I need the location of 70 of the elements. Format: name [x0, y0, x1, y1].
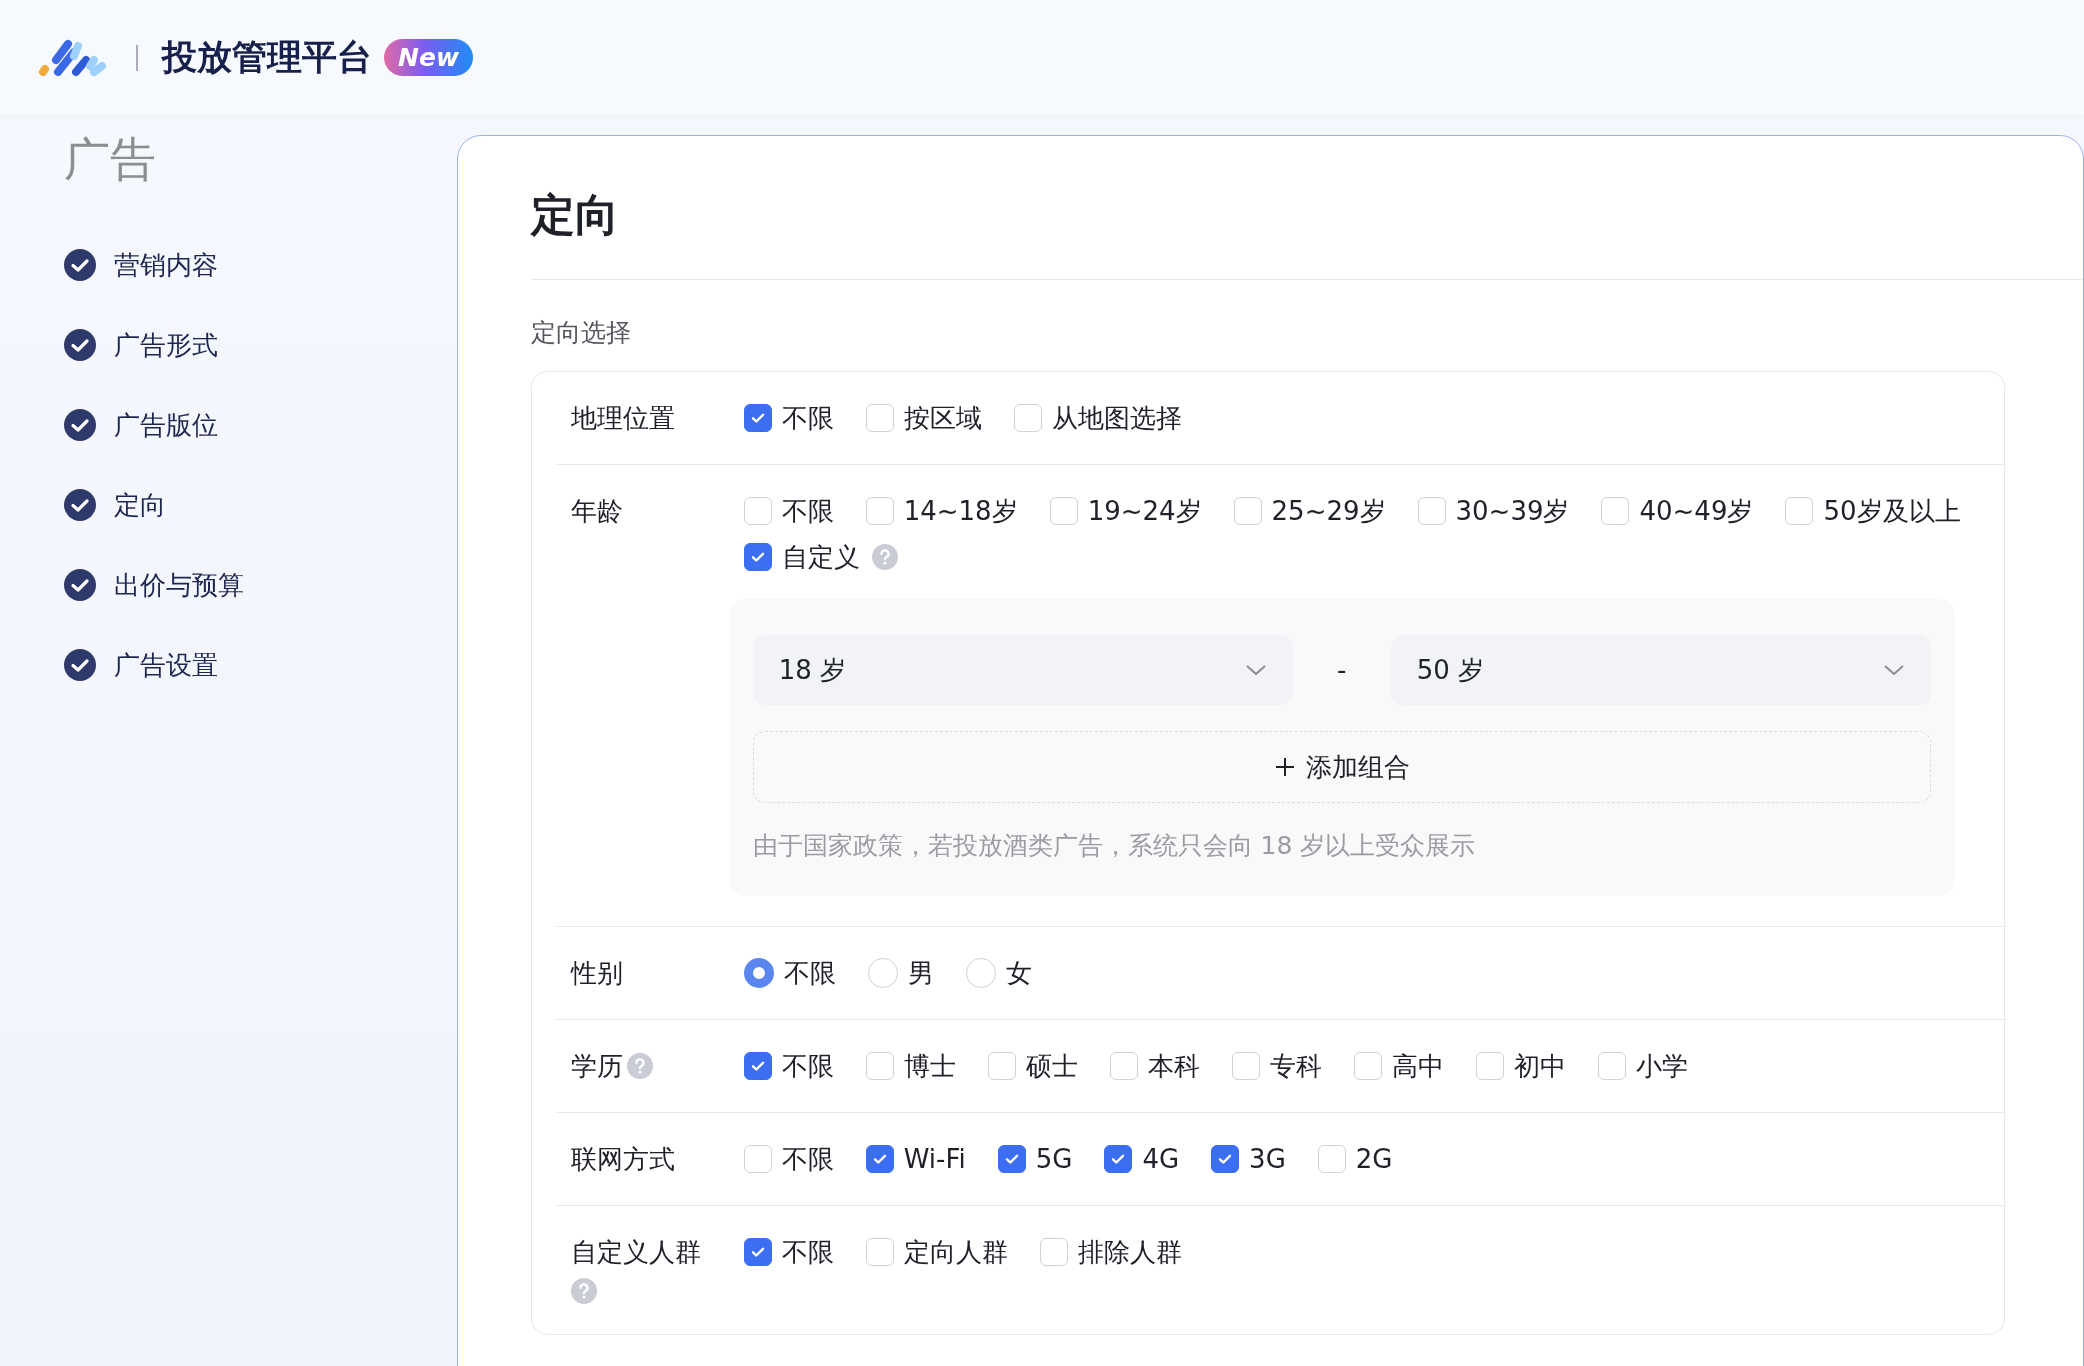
chevron-down-icon [1882, 663, 1905, 677]
row-label: 自定义人群 [570, 1236, 701, 1268]
option[interactable]: 高中 [1353, 1050, 1444, 1082]
option[interactable]: 25~29岁 [1233, 495, 1386, 527]
step-item[interactable]: 广告版位 [64, 385, 457, 465]
option[interactable]: 不限 [743, 495, 834, 527]
help-icon[interactable] [570, 1278, 597, 1304]
radio-button[interactable] [743, 958, 774, 988]
option[interactable]: 5G [997, 1143, 1073, 1175]
option[interactable]: 自定义 [743, 541, 898, 573]
option[interactable]: 不限 [743, 1050, 834, 1082]
add-group-button[interactable]: 添加组合 [752, 731, 1931, 803]
option[interactable]: 14~18岁 [865, 495, 1018, 527]
checkbox[interactable] [743, 404, 772, 432]
step-item[interactable]: 营销内容 [64, 225, 457, 305]
radio-button[interactable] [867, 958, 898, 988]
row-label: 年龄 [570, 495, 623, 527]
option[interactable]: 19~24岁 [1049, 495, 1202, 527]
plus-icon [1273, 756, 1296, 778]
range-separator: - [1335, 655, 1348, 685]
option[interactable]: 4G [1104, 1143, 1180, 1175]
step-item[interactable]: 定向 [64, 465, 457, 545]
chevron-down-icon [1244, 663, 1267, 677]
option[interactable]: 从地图选择 [1013, 402, 1182, 434]
option[interactable]: 小学 [1597, 1050, 1688, 1082]
checkbox[interactable] [1104, 1145, 1133, 1173]
radio-button[interactable] [965, 958, 996, 988]
policy-note: 由于国家政策，若投放酒类广告，系统只会向 18 岁以上受众展示 [752, 830, 1477, 862]
option[interactable]: 本科 [1109, 1050, 1200, 1082]
help-icon[interactable] [626, 1053, 653, 1079]
option[interactable]: 40~49岁 [1601, 495, 1754, 527]
section-title: 定向选择 [530, 317, 632, 349]
option[interactable]: 专科 [1231, 1050, 1322, 1082]
option[interactable]: 初中 [1475, 1050, 1566, 1082]
help-icon[interactable] [871, 544, 898, 570]
option[interactable]: 博士 [865, 1050, 956, 1082]
card-title: 定向 [530, 136, 2083, 280]
option[interactable]: 不限 [743, 957, 836, 989]
app-title: 投放管理平台 [162, 36, 372, 79]
checkbox[interactable] [743, 1052, 772, 1080]
step-item[interactable]: 广告设置 [64, 625, 457, 705]
age-select[interactable]: 50 岁 [1390, 635, 1931, 705]
option[interactable]: 50岁及以上 [1785, 495, 1961, 527]
option[interactable]: 30~39岁 [1417, 495, 1570, 527]
option[interactable]: 硕士 [987, 1050, 1078, 1082]
option[interactable]: 按区域 [865, 402, 982, 434]
step-item[interactable]: 出价与预算 [64, 545, 457, 625]
row-label: 联网方式 [570, 1143, 675, 1175]
checkbox[interactable] [997, 1145, 1026, 1173]
option[interactable]: 女 [965, 957, 1032, 989]
row-label: 性别 [570, 957, 623, 989]
option[interactable]: 不限 [743, 1143, 834, 1175]
row-label: 学历 [570, 1050, 623, 1082]
sidebar-heading: 广告 [64, 131, 157, 188]
option[interactable]: Wi-Fi [865, 1143, 966, 1175]
new-badge: New [384, 39, 473, 76]
option[interactable]: 2G [1317, 1143, 1393, 1175]
option[interactable]: 男 [867, 957, 934, 989]
option[interactable]: 定向人群 [865, 1236, 1008, 1268]
checkbox[interactable] [743, 1238, 772, 1266]
row-label: 地理位置 [570, 402, 675, 434]
option[interactable]: 排除人群 [1039, 1236, 1182, 1268]
option[interactable]: 不限 [743, 402, 834, 434]
option[interactable]: 3G [1211, 1143, 1286, 1175]
checkbox[interactable] [865, 1145, 894, 1173]
checkbox[interactable] [1211, 1145, 1240, 1173]
age-select[interactable]: 18 岁 [752, 635, 1293, 705]
option[interactable]: 不限 [743, 1236, 834, 1268]
checkbox[interactable] [743, 543, 772, 571]
step-item[interactable]: 广告形式 [64, 305, 457, 385]
